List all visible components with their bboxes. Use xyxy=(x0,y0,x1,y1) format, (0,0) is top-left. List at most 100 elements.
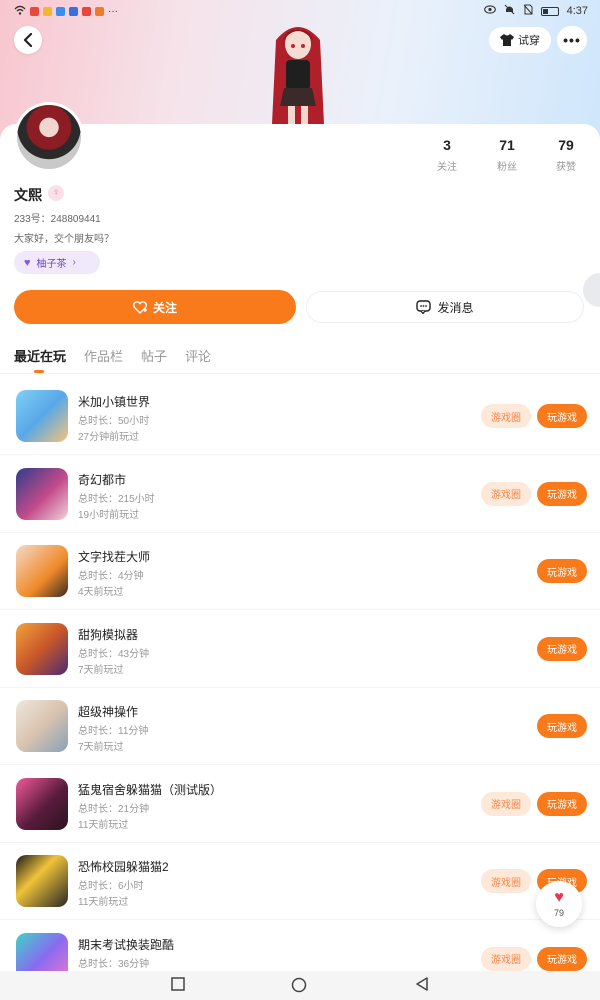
app-notification-icon xyxy=(69,7,78,16)
game-duration: 总时长：43分钟 xyxy=(78,648,150,660)
stat-label: 获赞 xyxy=(556,162,576,173)
more-notifications-icon: ··· xyxy=(108,6,118,17)
circle-icon xyxy=(291,977,307,993)
game-title: 恐怖校园躲猫猫2 xyxy=(78,860,169,874)
square-icon xyxy=(171,977,185,991)
sim-off-icon xyxy=(523,4,533,18)
game-circle-button[interactable]: 游戏圈 xyxy=(481,869,531,893)
avatar[interactable] xyxy=(14,102,84,172)
back-nav-button[interactable] xyxy=(415,977,431,993)
stat-value: 3 xyxy=(443,137,451,153)
game-icon[interactable] xyxy=(16,545,68,597)
add-heart-icon xyxy=(132,300,147,314)
chevron-right-icon: › xyxy=(72,257,76,268)
game-title: 奇幻都市 xyxy=(78,472,127,487)
game-duration: 总时长：6小时 xyxy=(78,881,144,892)
game-circle-button[interactable]: 游戏圈 xyxy=(481,791,531,816)
home-button[interactable] xyxy=(291,977,307,993)
game-icon[interactable] xyxy=(16,390,68,442)
play-game-button[interactable]: 玩游戏 xyxy=(537,636,587,661)
more-dots-icon: ••• xyxy=(563,32,581,48)
send-message-button[interactable]: 发消息 xyxy=(306,291,584,323)
app-notification-icon xyxy=(82,7,91,16)
profile-uid: 233号：248809441 xyxy=(14,214,101,225)
tryon-button[interactable]: 试穿 xyxy=(489,27,551,53)
play-game-button[interactable]: 玩游戏 xyxy=(537,404,587,428)
game-title: 米加小镇世界 xyxy=(78,395,151,409)
status-time: 4:37 xyxy=(566,5,588,17)
game-row[interactable]: 米加小镇世界 总时长：50小时 27分钟前玩过 游戏圈 玩游戏 xyxy=(0,378,600,455)
game-row[interactable]: 甜狗模拟器总时长：43分钟 7天前玩过 玩游戏 xyxy=(0,611,600,688)
floating-like-button[interactable]: ♥ 79 xyxy=(536,881,582,927)
tab-recent-play[interactable]: 最近在玩 xyxy=(14,346,66,365)
stat-likes[interactable]: 79 获赞 xyxy=(546,137,586,173)
follow-button[interactable]: 关注 xyxy=(14,290,296,324)
play-game-button[interactable]: 玩游戏 xyxy=(537,791,587,816)
avatar-3d-figure xyxy=(258,20,338,124)
play-game-button[interactable]: 玩游戏 xyxy=(537,714,587,738)
mute-bell-icon xyxy=(504,4,515,18)
game-title: 超级神操作 xyxy=(78,705,139,719)
game-circle-button[interactable]: 游戏圈 xyxy=(481,404,531,428)
app-notification-icon xyxy=(30,7,39,16)
game-circle-button[interactable]: 游戏圈 xyxy=(481,481,531,506)
game-row[interactable]: 猛鬼宿舍躲猫猫（测试版） 总时长：21分钟 11天前玩过 游戏圈 玩游戏 xyxy=(0,766,600,843)
tryon-label: 试穿 xyxy=(518,35,540,47)
game-icon[interactable] xyxy=(16,855,68,907)
profile-bio: 大家好，交个朋友吗？ xyxy=(14,234,114,245)
stat-following[interactable]: 3 关注 xyxy=(427,137,467,173)
tab-works[interactable]: 作品栏 xyxy=(84,346,123,365)
tab-comments[interactable]: 评论 xyxy=(185,346,211,365)
game-row[interactable]: 超级神操作总时长：11分钟 7天前玩过 玩游戏 xyxy=(0,688,600,765)
game-icon[interactable] xyxy=(16,777,68,830)
eye-icon xyxy=(483,5,496,17)
wifi-icon xyxy=(14,5,26,18)
active-tab-indicator xyxy=(34,370,44,373)
play-game-button[interactable]: 玩游戏 xyxy=(537,481,587,506)
game-icon[interactable] xyxy=(16,622,68,675)
game-title: 文字找茬大师 xyxy=(78,550,151,564)
game-duration: 总时长：215小时 xyxy=(78,493,155,505)
app-notification-icon xyxy=(56,7,65,16)
system-nav-bar xyxy=(0,971,600,1000)
app-notification-icon xyxy=(43,7,52,16)
game-last-played: 7天前玩过 xyxy=(78,664,124,676)
game-row[interactable]: 奇幻都市 总时长：215小时 19小时前玩过 游戏圈 玩游戏 xyxy=(0,456,600,533)
stat-followers[interactable]: 71 粉丝 xyxy=(487,137,527,173)
status-notification-icons: ··· xyxy=(14,5,118,18)
play-game-button[interactable]: 玩游戏 xyxy=(537,559,587,583)
tab-posts[interactable]: 帖子 xyxy=(141,346,167,365)
profile-tabs: 最近在玩 作品栏 帖子 评论 xyxy=(0,340,600,374)
triangle-back-icon xyxy=(416,977,428,991)
game-last-played: 27分钟前玩过 xyxy=(78,432,140,443)
profile-tag[interactable]: ♥ 柚子茶 › xyxy=(14,251,100,274)
stat-label: 关注 xyxy=(437,162,457,173)
game-row[interactable]: 文字找茬大师 总时长：4分钟 4天前玩过 玩游戏 xyxy=(0,533,600,610)
game-circle-button[interactable]: 游戏圈 xyxy=(481,946,531,971)
play-game-button[interactable]: 玩游戏 xyxy=(537,946,587,971)
game-title: 甜狗模拟器 xyxy=(78,627,139,642)
game-title: 期末考试换装跑酷 xyxy=(78,937,175,952)
game-icon[interactable] xyxy=(16,700,68,752)
game-last-played: 7天前玩过 xyxy=(78,742,124,753)
recent-apps-button[interactable] xyxy=(171,977,187,993)
game-row[interactable]: 恐怖校园躲猫猫2总时长：6小时11天前玩过游戏圈玩游戏 xyxy=(0,843,600,920)
game-last-played: 11天前玩过 xyxy=(78,897,129,908)
like-count: 79 xyxy=(553,908,564,918)
tshirt-icon xyxy=(500,34,514,46)
status-system-icons: 4:37 xyxy=(483,4,588,18)
back-button[interactable] xyxy=(14,26,42,54)
game-icon[interactable] xyxy=(16,467,68,520)
send-message-label: 发消息 xyxy=(437,300,474,315)
game-duration: 总时长：4分钟 xyxy=(78,571,144,582)
game-last-played: 11天前玩过 xyxy=(78,819,129,831)
game-duration: 总时长：21分钟 xyxy=(78,803,150,815)
app-notification-icon xyxy=(95,7,104,16)
heart-icon: ♥ xyxy=(554,889,564,906)
game-duration: 总时长：11分钟 xyxy=(78,726,149,737)
game-duration: 总时长：50小时 xyxy=(78,416,150,427)
game-last-played: 4天前玩过 xyxy=(78,587,124,598)
gender-badge-icon: ♀ xyxy=(48,185,64,201)
stat-label: 粉丝 xyxy=(497,162,517,173)
more-options-button[interactable]: ••• xyxy=(557,26,587,54)
